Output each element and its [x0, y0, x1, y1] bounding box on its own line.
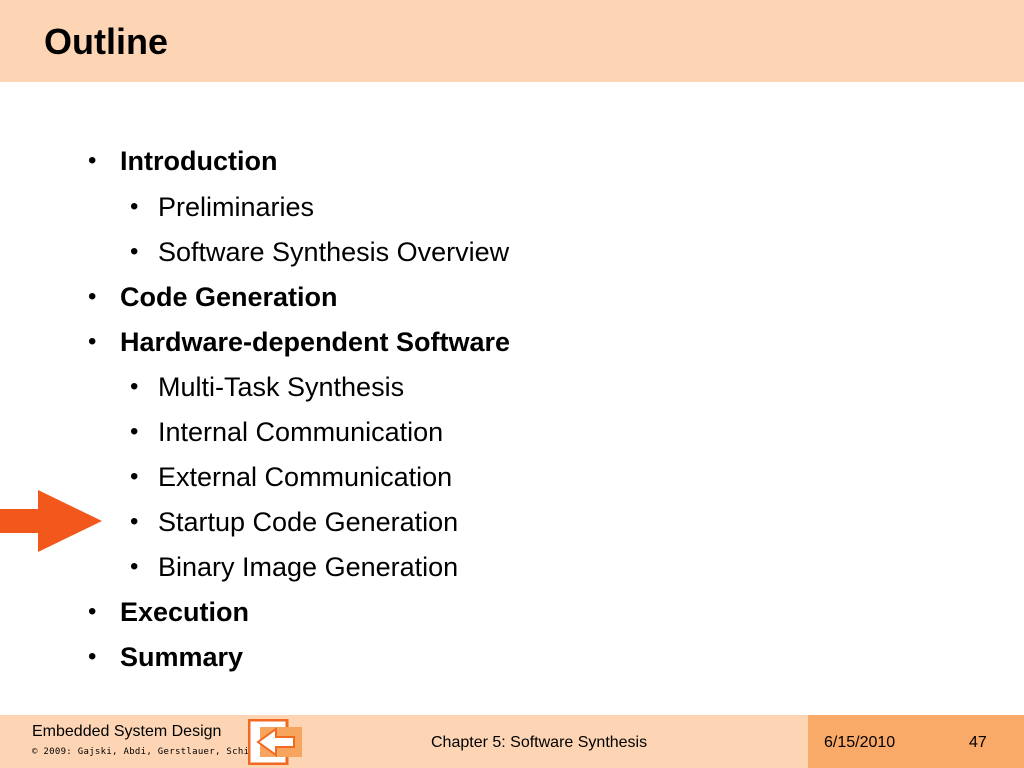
outline-item-execution: Execution: [120, 597, 250, 627]
bullet: •: [130, 373, 139, 400]
bullet: •: [130, 553, 139, 580]
outline-item-preliminaries: Preliminaries: [158, 192, 315, 222]
bullet: •: [88, 283, 97, 310]
outline-item-software-synthesis-overview: Software Synthesis Overview: [158, 237, 510, 267]
book-logo-icon: [248, 719, 302, 765]
outline-item-startup-code-generation: Startup Code Generation: [158, 507, 459, 537]
outline-item-summary: Summary: [120, 642, 244, 672]
footer-chapter: Chapter 5: Software Synthesis: [431, 734, 648, 751]
bullet: •: [88, 598, 97, 625]
bullet: •: [88, 643, 97, 670]
outline-item-hardware-dependent-software: Hardware-dependent Software: [120, 327, 511, 357]
outline-item-code-generation: Code Generation: [120, 282, 338, 312]
page-number: 47: [969, 734, 987, 751]
footer-book-title: Embedded System Design: [32, 723, 222, 740]
bullet: •: [130, 193, 139, 220]
bullet: •: [88, 328, 97, 355]
slide-title: Outline: [44, 21, 168, 62]
bullet: •: [130, 508, 139, 535]
outline-item-external-communication: External Communication: [158, 462, 453, 492]
bullet: •: [88, 147, 97, 174]
bullet: •: [130, 418, 139, 445]
bullet: •: [130, 463, 139, 490]
outline-item-binary-image-generation: Binary Image Generation: [158, 552, 459, 582]
outline-item-internal-communication: Internal Communication: [158, 417, 444, 447]
bullet: •: [130, 238, 139, 265]
footer-copyright: © 2009: Gajski, Abdi, Gerstlauer, Schirn…: [32, 747, 273, 757]
current-section-arrow-icon: [0, 490, 102, 552]
outline-item-multi-task-synthesis: Multi-Task Synthesis: [158, 372, 405, 402]
footer-date: 6/15/2010: [824, 734, 896, 751]
outline-item-introduction: Introduction: [120, 146, 278, 176]
